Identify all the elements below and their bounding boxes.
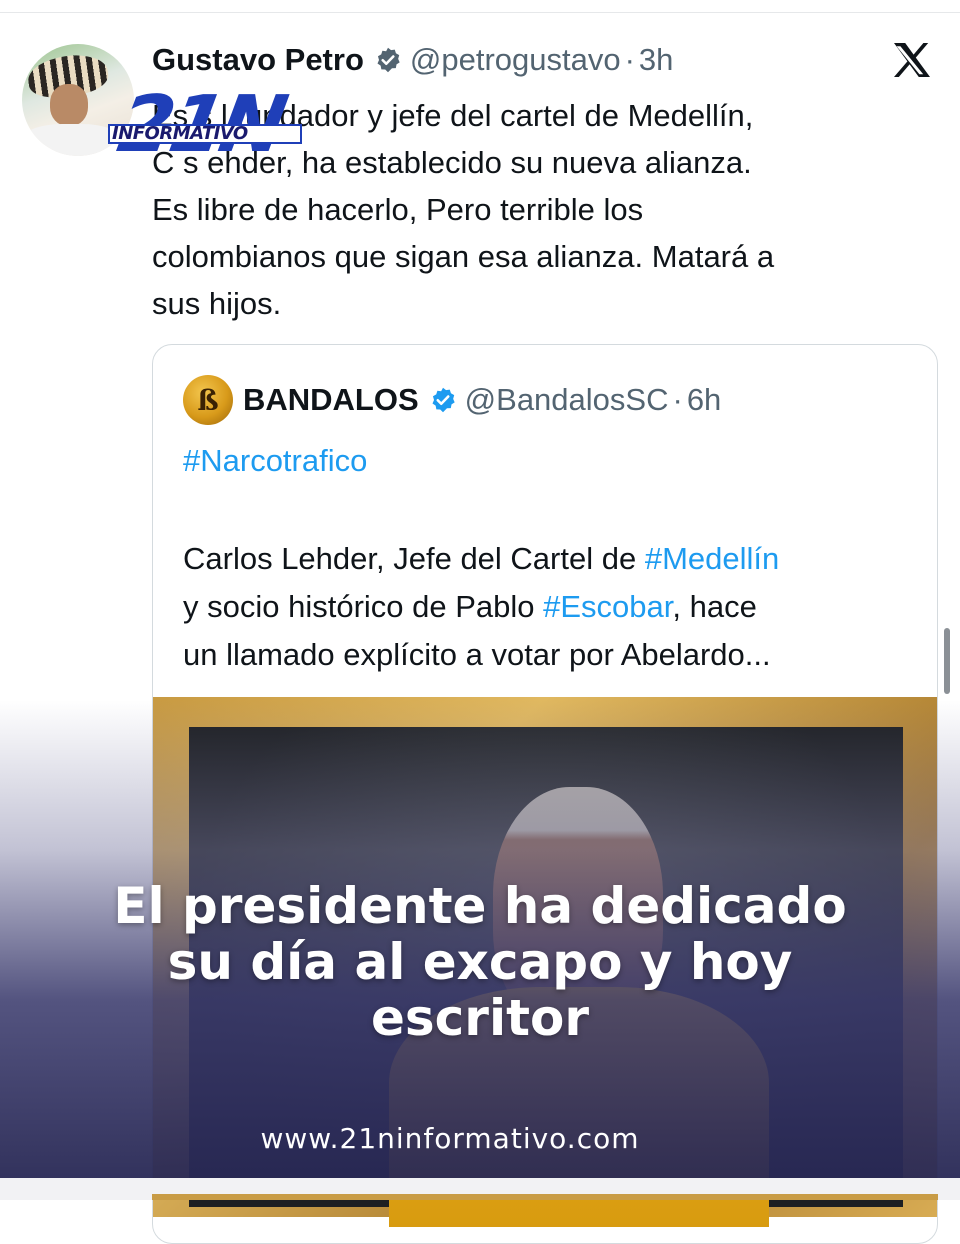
next-image-edge	[152, 1194, 938, 1200]
hashtag-narcotrafico-link[interactable]: #Narcotrafico	[183, 443, 367, 479]
quoted-tweet-text: Carlos Lehder, Jefe del Cartel de #Medel…	[183, 535, 923, 679]
quoted-author-avatar[interactable]: ß	[183, 375, 233, 425]
quoted-text-part: y socio histórico de Pablo	[183, 589, 544, 624]
quoted-text-part: un llamado explícito a votar por Abelard…	[183, 637, 771, 672]
quoted-text-part: , hace	[672, 589, 757, 624]
header-separator: ·	[624, 42, 635, 77]
logo-word: INFORMATIVO	[112, 123, 248, 144]
avatar-shirt	[22, 124, 122, 156]
quoted-text-part: Carlos Lehder, Jefe del Cartel de	[183, 541, 645, 576]
hashtag-escobar-link[interactable]: #Escobar	[543, 589, 672, 624]
21n-informativo-logo: 21N INFORMATIVO	[108, 80, 304, 170]
avatar-face	[50, 84, 88, 126]
headline-text: El presidente ha dedicado su día al exca…	[113, 877, 847, 1047]
tweet-time[interactable]: 3h	[639, 42, 673, 78]
x-logo-icon[interactable]	[888, 38, 936, 86]
quoted-tweet-header: BANDALOS @BandalosSC · 6h	[243, 379, 721, 421]
quoted-author-handle[interactable]: @BandalosSC	[465, 382, 669, 418]
author-name[interactable]: Gustavo Petro	[152, 42, 364, 78]
verified-badge-icon	[432, 387, 455, 413]
quoted-avatar-letter: ß	[197, 383, 219, 417]
hashtag-medellin-link[interactable]: #Medellín	[645, 541, 779, 576]
author-handle[interactable]: @petrogustavo	[410, 42, 621, 78]
tweet-header: Gustavo Petro @petrogustavo · 3h	[152, 40, 673, 80]
website-url[interactable]: www.21ninformativo.com	[0, 1122, 900, 1155]
verified-badge-icon	[377, 47, 400, 73]
quoted-author-name[interactable]: BANDALOS	[243, 382, 419, 418]
scrollbar-thumb[interactable]	[944, 628, 950, 694]
top-divider	[0, 12, 960, 13]
quoted-header-separator: ·	[672, 382, 683, 417]
quoted-tweet-time[interactable]: 6h	[687, 382, 721, 418]
